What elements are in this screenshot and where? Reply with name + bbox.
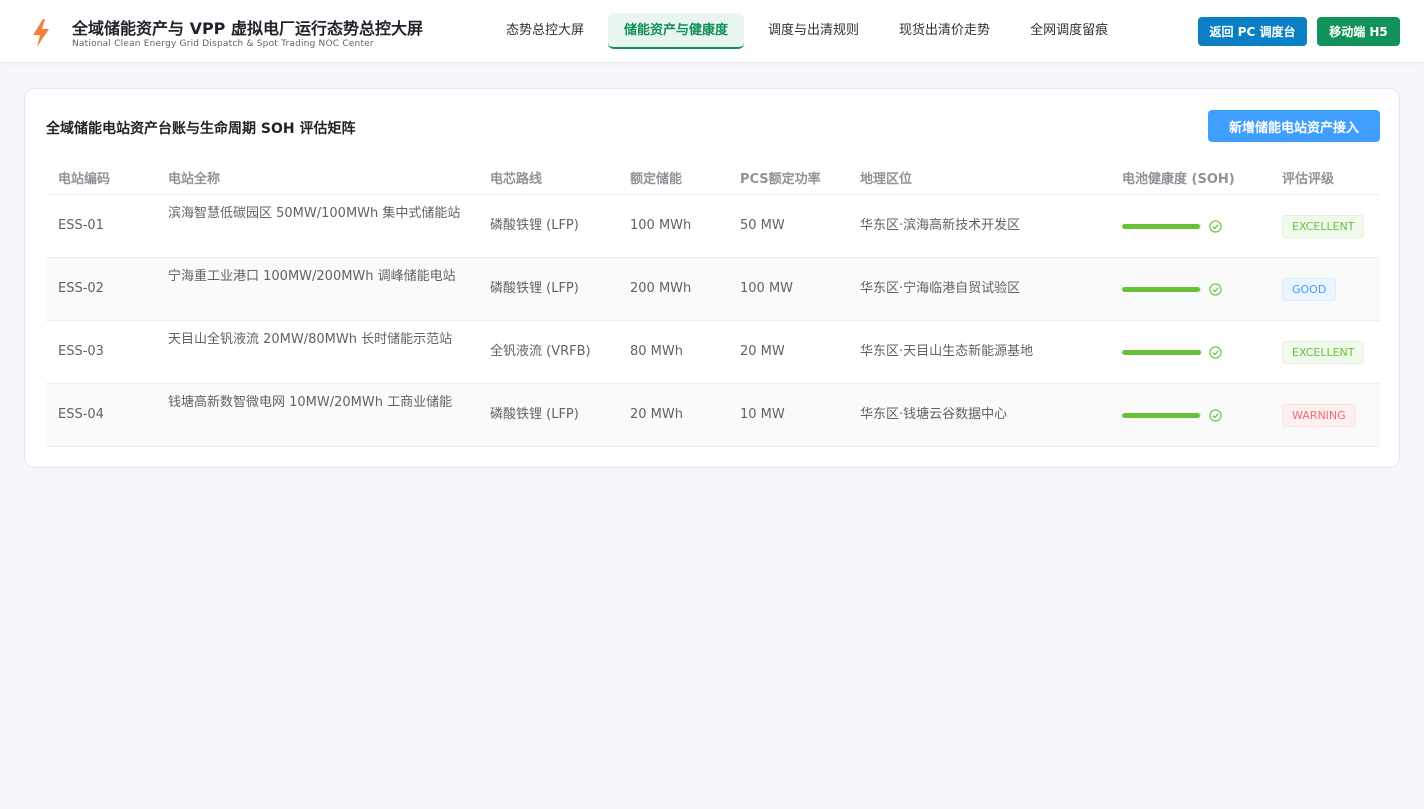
soh-progress-fill (1122, 350, 1202, 355)
tab-spot-price[interactable]: 现货出清价走势 (883, 13, 1006, 49)
tab-overview[interactable]: 态势总控大屏 (490, 13, 600, 49)
pcs-power: 10 MW (740, 407, 785, 422)
header-cell-type[interactable]: 电芯路线 (490, 168, 542, 187)
table-body: ESS-01 滨海智慧低碳园区 50MW/100MWh 集中式储能站磷酸铁锂 (L… (46, 195, 1380, 447)
soh-progress-fill (1122, 224, 1201, 229)
soh-indicator (1122, 220, 1222, 233)
table-row[interactable]: ESS-01 滨海智慧低碳园区 50MW/100MWh 集中式储能站磷酸铁锂 (L… (46, 195, 1380, 258)
location: 华东区·滨海高新技术开发区 (860, 218, 1021, 233)
station-name: 天目山全钒液流 20MW/80MWh 长时储能示范站 (168, 332, 453, 347)
tab-dispatch-rules[interactable]: 调度与出清规则 (752, 13, 875, 49)
soh-progress-fill (1122, 287, 1200, 292)
header-pcs-power[interactable]: PCS额定功率 (740, 168, 821, 187)
header-soh[interactable]: 电池健康度 (SOH) (1122, 168, 1235, 187)
station-code: ESS-03 (58, 344, 104, 359)
header-location[interactable]: 地理区位 (860, 168, 912, 187)
table-row[interactable]: ESS-02 宁海重工业港口 100MW/200MWh 调峰储能电站磷酸铁锂 (L… (46, 258, 1380, 321)
header-grade[interactable]: 评估评级 (1282, 168, 1334, 187)
rated-capacity: 200 MWh (630, 281, 692, 296)
grade-badge: WARNING (1282, 404, 1356, 427)
pcs-power: 50 MW (740, 218, 785, 233)
station-code: ESS-04 (58, 407, 104, 422)
soh-progress-bar (1122, 413, 1202, 418)
app-subtitle: National Clean Energy Grid Dispatch & Sp… (72, 39, 374, 49)
soh-indicator (1122, 409, 1222, 422)
header-station-name[interactable]: 电站全称 (168, 168, 468, 187)
check-circle-icon (1209, 220, 1222, 233)
cell-type: 全钒液流 (VRFB) (490, 344, 591, 359)
table-row[interactable]: ESS-03 天目山全钒液流 20MW/80MWh 长时储能示范站全钒液流 (VR… (46, 321, 1380, 384)
lightning-bolt-icon (33, 19, 49, 47)
cell-type: 磷酸铁锂 (LFP) (490, 218, 579, 233)
pcs-power: 20 MW (740, 344, 785, 359)
card-title: 全域储能电站资产台账与生命周期 SOH 评估矩阵 (46, 121, 356, 137)
table-header: 电站编码 电站全称 电芯路线 额定储能 PCS额定功率 地理区位 电池健康度 (… (46, 157, 1380, 195)
location: 华东区·宁海临港自贸试验区 (860, 281, 1021, 296)
grade-badge: EXCELLENT (1282, 215, 1365, 238)
back-to-pc-button[interactable]: 返回 PC 调度台 (1198, 17, 1307, 46)
soh-progress-bar (1122, 224, 1202, 229)
soh-progress-fill (1122, 413, 1200, 418)
grade-badge: EXCELLENT (1282, 341, 1365, 364)
soh-progress-bar (1122, 287, 1202, 292)
asset-ledger-card: 全域储能电站资产台账与生命周期 SOH 评估矩阵 新增储能电站资产接入 电站编码… (24, 88, 1400, 468)
soh-indicator (1122, 346, 1222, 359)
soh-progress-bar (1122, 350, 1202, 355)
header-station-code[interactable]: 电站编码 (58, 168, 110, 187)
top-navigation-bar: 全域储能资产与 VPP 虚拟电厂运行态势总控大屏 National Clean … (0, 0, 1424, 63)
app-title: 全域储能资产与 VPP 虚拟电厂运行态势总控大屏 (72, 19, 423, 38)
station-name: 滨海智慧低碳园区 50MW/100MWh 集中式储能站 (168, 206, 461, 221)
station-code: ESS-02 (58, 281, 104, 296)
rated-capacity: 80 MWh (630, 344, 683, 359)
header-rated-capacity[interactable]: 额定储能 (630, 168, 682, 187)
check-circle-icon (1209, 346, 1222, 359)
tab-dispatch-log[interactable]: 全网调度留痕 (1014, 13, 1124, 49)
rated-capacity: 100 MWh (630, 218, 692, 233)
main-nav-tabs: 态势总控大屏 储能资产与健康度 调度与出清规则 现货出清价走势 全网调度留痕 (490, 13, 1132, 49)
asset-table: 电站编码 电站全称 电芯路线 额定储能 PCS额定功率 地理区位 电池健康度 (… (46, 157, 1380, 447)
station-name: 宁海重工业港口 100MW/200MWh 调峰储能电站 (168, 269, 456, 284)
check-circle-icon (1209, 283, 1222, 296)
location: 华东区·天目山生态新能源基地 (860, 344, 1034, 359)
grade-badge: GOOD (1282, 278, 1337, 301)
pcs-power: 100 MW (740, 281, 794, 296)
mobile-h5-button[interactable]: 移动端 H5 (1317, 17, 1400, 46)
rated-capacity: 20 MWh (630, 407, 683, 422)
check-circle-icon (1209, 409, 1222, 422)
cell-type: 磷酸铁锂 (LFP) (490, 407, 579, 422)
location: 华东区·钱塘云谷数据中心 (860, 407, 1008, 422)
station-code: ESS-01 (58, 218, 104, 233)
add-storage-asset-button[interactable]: 新增储能电站资产接入 (1208, 110, 1380, 142)
tab-storage-assets[interactable]: 储能资产与健康度 (608, 13, 745, 49)
table-row[interactable]: ESS-04 钱塘高新数智微电网 10MW/20MWh 工商业储能磷酸铁锂 (LF… (46, 384, 1380, 447)
soh-indicator (1122, 283, 1222, 296)
cell-type: 磷酸铁锂 (LFP) (490, 281, 579, 296)
station-name: 钱塘高新数智微电网 10MW/20MWh 工商业储能 (168, 395, 453, 410)
